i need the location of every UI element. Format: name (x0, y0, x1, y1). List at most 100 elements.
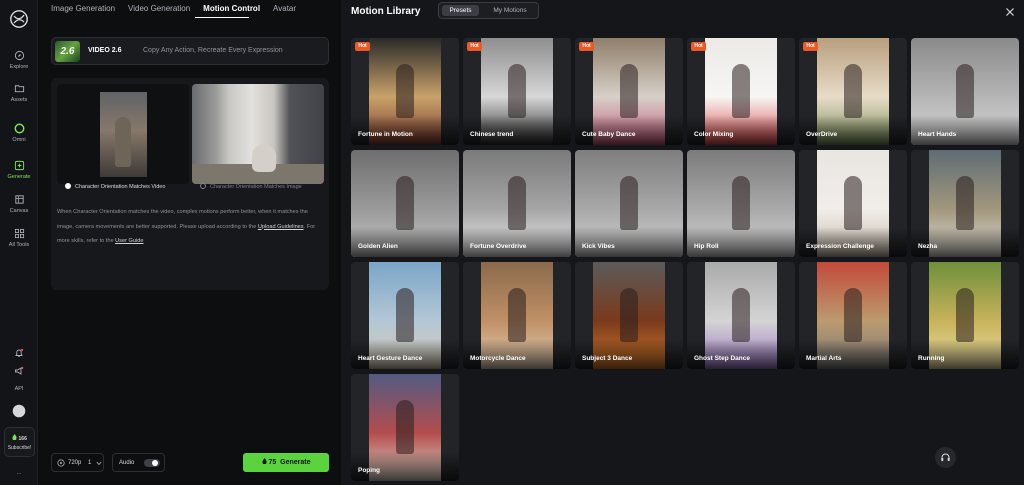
close-icon[interactable] (1004, 6, 1016, 18)
motion-card-name: Nezha (918, 243, 938, 250)
motion-card[interactable]: Ghost Step Dance (687, 262, 795, 369)
api-link[interactable]: API (0, 386, 38, 392)
motion-card[interactable]: Hip Roll (687, 150, 795, 257)
motion-card[interactable]: Kick Vibes (575, 150, 683, 257)
tab-avatar[interactable]: Avatar (273, 4, 296, 18)
model-name: VIDEO 2.6 (88, 47, 122, 54)
motion-card[interactable]: Nezha (911, 150, 1019, 257)
segment-presets[interactable]: Presets (442, 5, 479, 16)
folder-icon (14, 85, 24, 93)
orientation-option-video[interactable]: Character Orientation Matches Video (65, 183, 165, 190)
rail-item-assets[interactable]: Assets (0, 83, 38, 103)
headset-icon (941, 453, 950, 461)
hot-badge: Hot (467, 42, 482, 51)
motion-card[interactable]: Hot Cute Baby Dance (575, 38, 683, 145)
motion-card[interactable]: Subject 3 Dance (575, 262, 683, 369)
generate-label: Generate (280, 459, 311, 466)
motion-card-figure (956, 176, 974, 230)
model-selector[interactable]: 2.6 VIDEO 2.6 Copy Any Action, Recreate … (51, 37, 329, 65)
motion-card[interactable]: Hot Fortune in Motion (351, 38, 459, 145)
motion-card-shade (463, 115, 571, 145)
rail-item-canvas[interactable]: Canvas (0, 194, 38, 214)
rail-item-label: Canvas (9, 208, 29, 214)
motion-card-shade (351, 227, 459, 257)
motion-card[interactable]: Motorcycle Dance (463, 262, 571, 369)
resolution-selector[interactable]: 720p 1 (51, 453, 104, 472)
reference-video-thumbnail[interactable] (57, 84, 189, 184)
motion-card[interactable]: Heart Hands (911, 38, 1019, 145)
rail-item-label: Omni (12, 137, 26, 143)
rail-item-label: Generate (7, 174, 31, 180)
tab-image-generation[interactable]: Image Generation (51, 4, 115, 18)
flame-icon (261, 458, 267, 465)
motion-card-figure (732, 64, 750, 118)
motion-card-figure (620, 176, 638, 230)
reference-video-frame (100, 92, 147, 177)
radio-unchecked-icon (200, 183, 206, 189)
motion-card[interactable]: Fortune Overdrive (463, 150, 571, 257)
motion-card-shade (351, 339, 459, 369)
motion-card-name: Cute Baby Dance (582, 131, 636, 138)
support-button[interactable] (935, 447, 956, 468)
motion-card-shade (351, 115, 459, 145)
motion-card-shade (463, 227, 571, 257)
motion-card[interactable]: Expression Challenge (799, 150, 907, 257)
motion-card-figure (396, 176, 414, 230)
generate-button[interactable]: 75 Generate (243, 453, 329, 472)
motion-card-name: Running (918, 355, 945, 362)
motion-card-shade (799, 339, 907, 369)
motion-card-name: Kick Vibes (582, 243, 615, 250)
bell-icon (15, 348, 24, 357)
rail-item-label: Explore (9, 64, 29, 70)
tab-motion-control[interactable]: Motion Control (203, 4, 260, 18)
motion-card[interactable]: Golden Alien (351, 150, 459, 257)
upload-guidelines-link[interactable]: Upload Guidelines (258, 224, 304, 230)
announcements-button[interactable] (0, 366, 38, 378)
rail-item-explore[interactable]: Explore (0, 50, 38, 70)
user-guide-link[interactable]: User Guide (115, 238, 143, 244)
app-logo-icon[interactable] (9, 9, 29, 29)
motion-card-shade (911, 227, 1019, 257)
motion-card[interactable]: Heart Gesture Dance (351, 262, 459, 369)
rail-item-generate[interactable]: Generate (0, 160, 38, 180)
avatar-icon (12, 404, 26, 418)
motion-card[interactable]: Hot Chinese trend (463, 38, 571, 145)
rail-item-label: Assets (10, 97, 28, 103)
segment-my-motions[interactable]: My Motions (484, 5, 536, 16)
credits-value: 166 (18, 436, 27, 442)
notifications-button[interactable] (0, 348, 38, 360)
credits-badge[interactable]: 166 Subscribe! (4, 427, 35, 457)
motion-card[interactable]: Poping (351, 374, 459, 481)
motion-card-figure (956, 64, 974, 118)
motion-card-shade (799, 227, 907, 257)
flame-icon (12, 434, 17, 441)
motion-card-shade (687, 339, 795, 369)
motion-card[interactable]: Martial Arts (799, 262, 907, 369)
motion-card-name: Heart Gesture Dance (358, 355, 423, 362)
canvas-icon (14, 195, 24, 204)
motion-card-name: Martial Arts (806, 355, 842, 362)
library-segment-control: Presets My Motions (438, 2, 539, 19)
hot-badge: Hot (803, 42, 818, 51)
app: Explore Assets Omni Generate Canvas All … (0, 0, 1024, 485)
audio-switch[interactable] (144, 459, 160, 467)
motion-card-figure (508, 288, 526, 342)
rail-item-all-tools[interactable]: All Tools (0, 228, 38, 248)
tab-video-generation[interactable]: Video Generation (128, 4, 190, 18)
compass-icon (14, 50, 24, 61)
avatar[interactable] (0, 404, 38, 420)
motion-card[interactable]: Hot OverDrive (799, 38, 907, 145)
motion-card-name: OverDrive (806, 131, 838, 138)
motion-card-name: Golden Alien (358, 243, 398, 250)
motion-card[interactable]: Running (911, 262, 1019, 369)
motion-card[interactable]: Hot Color Mixing (687, 38, 795, 145)
audio-toggle[interactable]: Audio (112, 453, 165, 472)
motion-card-name: Fortune Overdrive (470, 243, 527, 250)
reference-image-thumbnail[interactable] (192, 84, 324, 184)
motion-card-figure (844, 288, 862, 342)
rail-item-omni[interactable]: Omni (0, 123, 38, 143)
motion-card-figure (956, 288, 974, 342)
more-button[interactable]: ... (0, 470, 38, 476)
api-label: API (14, 386, 24, 392)
orientation-option-image[interactable]: Character Orientation Matches Image (200, 183, 302, 190)
